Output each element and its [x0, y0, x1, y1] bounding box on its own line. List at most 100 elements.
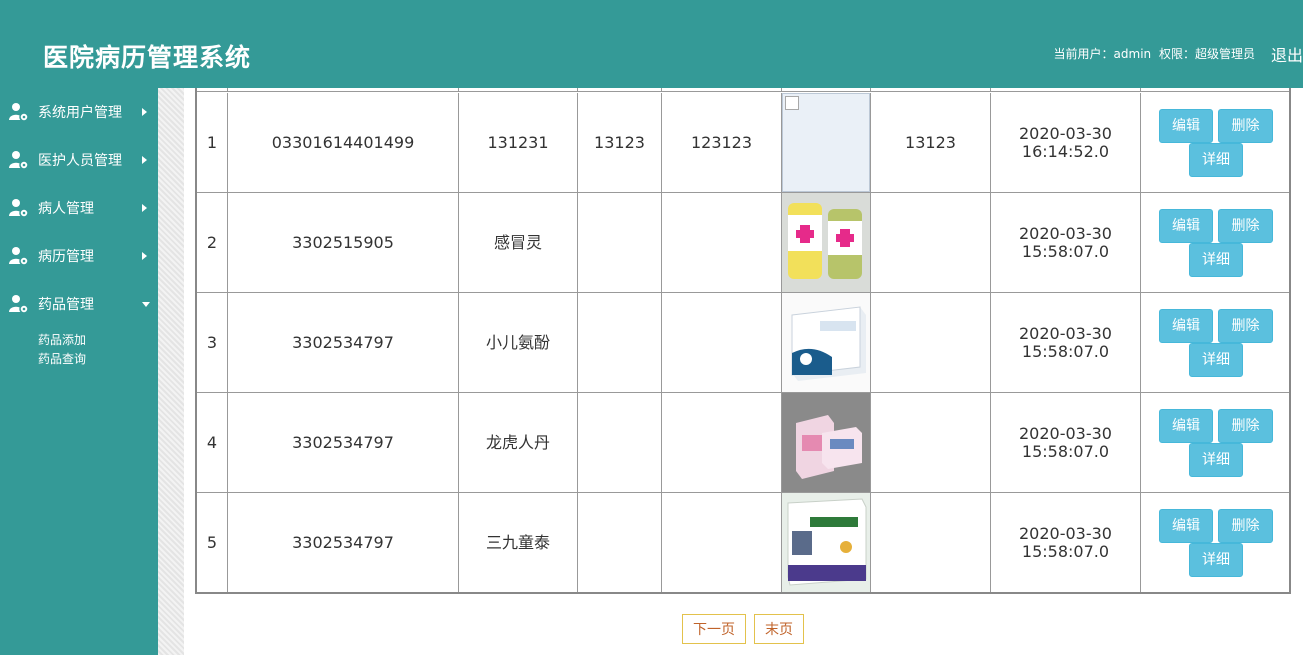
chevron-right-icon [142, 252, 147, 260]
table-row: 4 3302534797 龙虎人丹 2020-03-30 15:58:07.0 编… [197, 393, 1289, 493]
drug-code: 3302534797 [228, 393, 459, 492]
sidebar-item-label: 病人管理 [38, 201, 94, 217]
chevron-right-icon [142, 156, 147, 164]
table-row: 5 3302534797 三九童泰 2020-03-30 15:58:07.0 编… [197, 493, 1289, 592]
row-actions: 编辑 删除 详细 [1141, 393, 1289, 492]
row-actions: 编辑 删除 详细 [1141, 93, 1289, 192]
sidebar-item-patients[interactable]: 病人管理 [0, 184, 158, 232]
created-time: 2020-03-30 15:58:07.0 [991, 293, 1141, 392]
pink-boxes-image [782, 393, 870, 492]
delete-button[interactable]: 删除 [1218, 509, 1273, 543]
row-index: 1 [197, 93, 228, 192]
sidebar-subitem-drug-query[interactable]: 药品查询 [38, 350, 86, 367]
medicine-box-image [782, 293, 870, 392]
edit-button[interactable]: 编辑 [1159, 309, 1213, 343]
detail-button[interactable]: 详细 [1189, 543, 1243, 577]
sidebar-item-label: 病历管理 [38, 249, 94, 265]
drug-field: 123123 [662, 93, 782, 192]
drug-field [871, 193, 991, 292]
detail-button[interactable]: 详细 [1189, 343, 1243, 377]
sidebar-divider [158, 88, 184, 655]
broken-image-icon [782, 93, 870, 192]
drug-code: 3302534797 [228, 293, 459, 392]
row-actions: 编辑 删除 详细 [1141, 293, 1289, 392]
drug-code: 3302515905 [228, 193, 459, 292]
top-header: 医院病历管理系统 当前用户：admin 权限：超级管理员 退出 [0, 0, 1303, 88]
delete-button[interactable]: 删除 [1218, 409, 1273, 443]
drug-field [871, 393, 991, 492]
drug-table: 1 03301614401499 131231 13123 123123 131… [195, 88, 1291, 594]
sidebar-item-system-users[interactable]: 系统用户管理 [0, 88, 158, 136]
user-gear-icon [9, 295, 29, 314]
pill-bottles-image [782, 193, 870, 292]
row-index: 4 [197, 393, 228, 492]
next-page-button[interactable]: 下一页 [682, 614, 746, 644]
drug-field [578, 293, 662, 392]
created-time: 2020-03-30 16:14:52.0 [991, 93, 1141, 192]
drug-field [662, 293, 782, 392]
last-page-button[interactable]: 末页 [754, 614, 804, 644]
user-gear-icon [9, 103, 29, 122]
detail-button[interactable]: 详细 [1189, 443, 1243, 477]
user-gear-icon [9, 151, 29, 170]
edit-button[interactable]: 编辑 [1159, 409, 1213, 443]
drug-name: 三九童泰 [459, 493, 578, 592]
drug-image-cell [782, 493, 871, 592]
table-row: 1 03301614401499 131231 13123 123123 131… [197, 93, 1289, 193]
drug-image-cell [782, 93, 871, 192]
detail-button[interactable]: 详细 [1189, 143, 1243, 177]
logout-link[interactable]: 退出 [1271, 42, 1303, 66]
drug-field [578, 393, 662, 492]
edit-button[interactable]: 编辑 [1159, 209, 1213, 243]
drug-name: 小儿氨酚 [459, 293, 578, 392]
delete-button[interactable]: 删除 [1218, 209, 1273, 243]
drug-image-cell [782, 393, 871, 492]
created-time: 2020-03-30 15:58:07.0 [991, 193, 1141, 292]
drug-field: 13123 [871, 93, 991, 192]
sidebar-item-drugs[interactable]: 药品管理 [0, 280, 158, 328]
user-info: 当前用户：admin 权限：超级管理员 [1054, 45, 1259, 62]
user-role: 权限：超级管理员 [1158, 47, 1255, 61]
drug-field [871, 293, 991, 392]
delete-button[interactable]: 删除 [1218, 109, 1273, 143]
chevron-right-icon [142, 108, 147, 116]
row-actions: 编辑 删除 详细 [1141, 193, 1289, 292]
drug-image-cell [782, 193, 871, 292]
table-row-partial [197, 88, 1289, 92]
sidebar-item-medical-records[interactable]: 病历管理 [0, 232, 158, 280]
edit-button[interactable]: 编辑 [1159, 109, 1213, 143]
sidebar-item-label: 医护人员管理 [38, 153, 122, 169]
sidebar-item-label: 系统用户管理 [38, 105, 122, 121]
table-row: 2 3302515905 感冒灵 2020-03-30 15:58:07.0 编辑… [197, 193, 1289, 293]
drug-field [662, 393, 782, 492]
delete-button[interactable]: 删除 [1218, 309, 1273, 343]
created-time: 2020-03-30 15:58:07.0 [991, 493, 1141, 592]
sidebar-item-medical-staff[interactable]: 医护人员管理 [0, 136, 158, 184]
row-index: 5 [197, 493, 228, 592]
drug-field: 13123 [578, 93, 662, 192]
drug-name: 131231 [459, 93, 578, 192]
table-row: 3 3302534797 小儿氨酚 2020-03-30 15:58:07.0 编… [197, 293, 1289, 393]
drug-field [662, 193, 782, 292]
row-index: 2 [197, 193, 228, 292]
edit-button[interactable]: 编辑 [1159, 509, 1213, 543]
purple-box-image [782, 493, 870, 592]
sidebar-item-label: 药品管理 [38, 297, 94, 313]
drug-image-cell [782, 293, 871, 392]
row-actions: 编辑 删除 详细 [1141, 493, 1289, 592]
created-time: 2020-03-30 15:58:07.0 [991, 393, 1141, 492]
drug-field [578, 493, 662, 592]
drug-code: 03301614401499 [228, 93, 459, 192]
drug-name: 龙虎人丹 [459, 393, 578, 492]
user-gear-icon [9, 247, 29, 266]
drug-code: 3302534797 [228, 493, 459, 592]
sidebar-subitem-drug-add[interactable]: 药品添加 [38, 331, 86, 348]
drug-field [871, 493, 991, 592]
sidebar: 系统用户管理 医护人员管理 病人管理 病历管理 药品管理 药品添加 药品查询 [0, 88, 158, 655]
detail-button[interactable]: 详细 [1189, 243, 1243, 277]
app-title: 医院病历管理系统 [43, 43, 252, 72]
chevron-right-icon [142, 204, 147, 212]
current-user: 当前用户：admin [1053, 47, 1152, 61]
user-gear-icon [9, 199, 29, 218]
chevron-down-icon [142, 301, 150, 307]
